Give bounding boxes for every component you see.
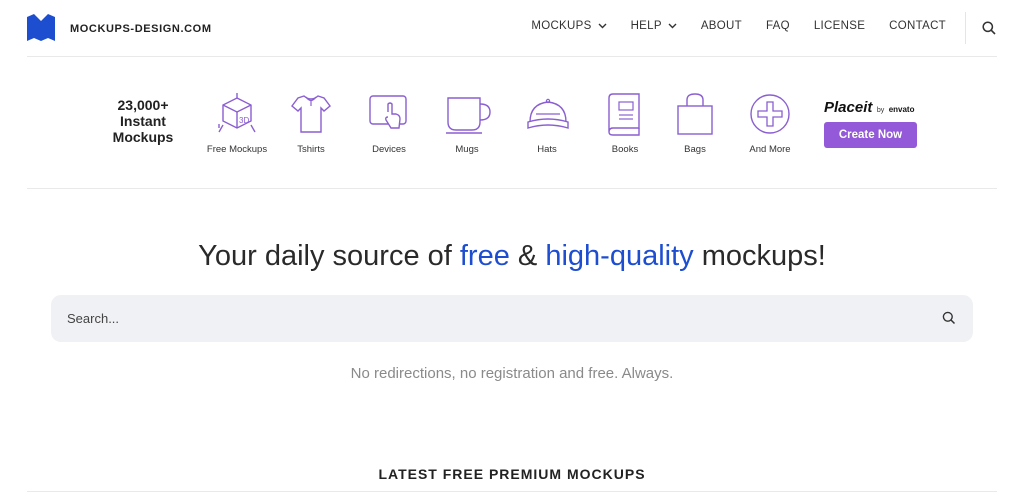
nav-divider [965, 12, 966, 44]
category-label: Free Mockups [206, 144, 268, 155]
hero-headline: Your daily source of free & high-quality… [0, 240, 1024, 273]
bag-icon [677, 93, 713, 135]
logo-text[interactable]: MOCKUPS-DESIGN.COM [70, 23, 212, 35]
plus-circle-icon [750, 94, 790, 134]
placeit-envato-text: envato [888, 105, 915, 114]
category-label: Books [611, 144, 639, 155]
nav-item-label: MOCKUPS [531, 20, 592, 32]
nav-item-help[interactable]: HELP [631, 20, 677, 32]
category-tshirts[interactable]: Tshirts [290, 92, 332, 155]
section-title: LATEST FREE PREMIUM MOCKUPS [378, 466, 646, 482]
category-label: Tshirts [297, 144, 325, 155]
placeit-logo[interactable]: Placeit by envato [824, 99, 914, 117]
site-logo[interactable]: MOCKUPS-DESIGN.COM [26, 14, 211, 42]
nav-item-mockups[interactable]: MOCKUPS [531, 20, 607, 32]
category-divider [27, 188, 997, 189]
category-devices[interactable]: Devices [368, 92, 410, 155]
search-submit-button[interactable] [942, 311, 956, 330]
header-divider [27, 56, 997, 57]
nav-item-label: HELP [630, 20, 662, 32]
nav-item-faq[interactable]: FAQ [766, 20, 790, 32]
search-input[interactable] [67, 295, 917, 342]
placeit-brand: Placeit [824, 99, 873, 116]
instant-line: Instant [120, 113, 166, 129]
mockups-line: Mockups [112, 129, 174, 145]
mug-icon [446, 97, 491, 134]
category-label: Bags [684, 144, 706, 155]
nav-item-label: FAQ [765, 20, 790, 32]
chevron-down-icon [668, 23, 677, 29]
hero-text: mockups! [693, 240, 826, 272]
nav-item-label: CONTACT [889, 20, 946, 32]
category-books[interactable]: Books [606, 92, 644, 155]
category-and-more[interactable]: And More [746, 92, 794, 155]
nav-item-label: ABOUT [700, 20, 742, 32]
category-label: And More [749, 144, 791, 155]
nav-item-license[interactable]: LICENSE [814, 20, 865, 32]
category-hats[interactable]: Hats [526, 92, 569, 155]
cap-icon [527, 98, 569, 129]
category-free-mockups[interactable]: 3D Free Mockups [205, 92, 269, 155]
header-search-button[interactable] [982, 21, 996, 40]
chevron-down-icon [598, 23, 607, 29]
tagline: No redirections, no registration and fre… [350, 365, 674, 382]
category-bags[interactable]: Bags [676, 92, 714, 155]
search-icon [942, 311, 956, 325]
tshirt-icon [291, 95, 331, 133]
hero-highlight-free: free [459, 240, 510, 272]
book-icon [608, 93, 640, 136]
category-label: Mugs [455, 144, 479, 155]
placeit-by-text: by [876, 107, 885, 114]
tablet-touch-icon [369, 95, 407, 129]
nav-item-label: LICENSE [813, 20, 866, 32]
category-label: Hats [537, 144, 557, 155]
site-header: MOCKUPS-DESIGN.COM MOCKUPS HELP ABOUT FA… [0, 0, 1024, 56]
section-divider [27, 491, 997, 492]
main-nav: MOCKUPS HELP ABOUT FAQ LICENSE CONTACT [507, 20, 946, 32]
category-label: Devices [372, 144, 406, 155]
hero-highlight-quality: high-quality [545, 240, 694, 272]
instant-count: 23,000+ [117, 97, 169, 113]
logo-mark-icon [27, 14, 55, 41]
search-icon [982, 21, 996, 35]
hero-text: Your daily source of [198, 240, 460, 272]
instant-mockups-text: 23,000+ Instant Mockups [100, 97, 186, 145]
category-mugs[interactable]: Mugs [444, 92, 491, 155]
nav-item-about[interactable]: ABOUT [701, 20, 742, 32]
3d-box-icon: 3D [218, 93, 256, 133]
search-bar [51, 295, 973, 342]
create-now-button[interactable]: Create Now [824, 122, 917, 148]
nav-item-contact[interactable]: CONTACT [889, 20, 946, 32]
svg-text:3D: 3D [239, 116, 249, 125]
hero-text: & [509, 240, 546, 272]
